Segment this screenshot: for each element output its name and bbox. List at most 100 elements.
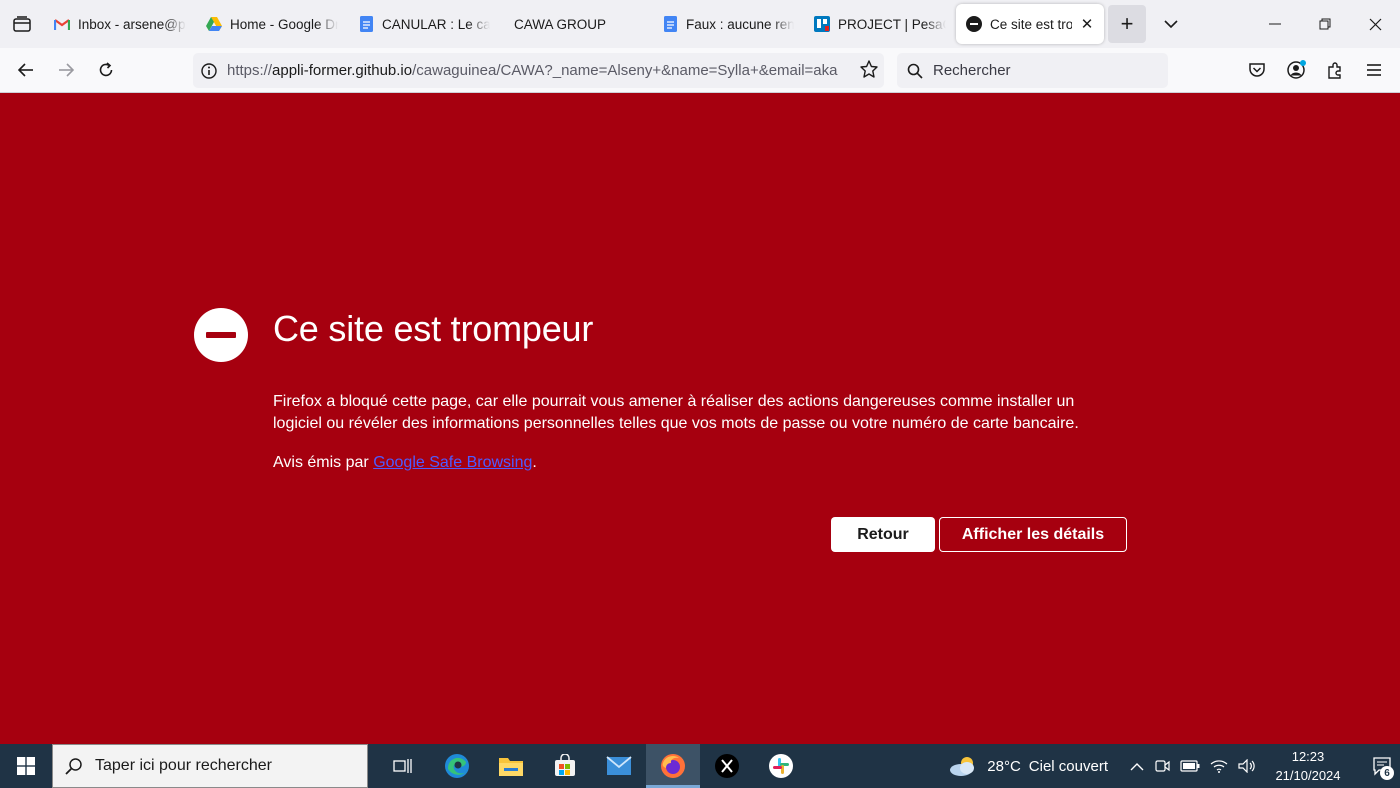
pocket-button[interactable] xyxy=(1239,52,1275,88)
weather-temperature: 28°C xyxy=(987,757,1021,775)
tray-icons xyxy=(1130,758,1256,774)
tab-title: Inbox - arsene@pesacheck xyxy=(78,16,186,32)
taskbar-search-box[interactable]: Taper ici pour rechercher xyxy=(52,744,368,788)
blocked-icon xyxy=(966,16,982,32)
system-tray: 28°C Ciel couvert 12:23 21/10/2024 6 xyxy=(949,744,1400,788)
tab-deceptive-site[interactable]: Ce site est trompeur ✕ xyxy=(956,4,1104,44)
file-explorer-icon xyxy=(499,758,523,776)
search-icon xyxy=(907,63,923,79)
firefox-view-button[interactable] xyxy=(0,0,44,48)
weather-description: Ciel couvert xyxy=(1028,757,1108,775)
gmail-icon xyxy=(54,16,70,32)
search-input[interactable] xyxy=(933,62,1153,79)
chevron-down-icon xyxy=(1164,19,1178,28)
notification-center-button[interactable]: 6 xyxy=(1364,744,1400,788)
bookmark-star-icon[interactable] xyxy=(860,60,878,83)
close-window-button[interactable] xyxy=(1350,0,1400,48)
url-host: appli-former.github.io xyxy=(272,62,413,79)
battery-icon[interactable] xyxy=(1180,760,1200,772)
start-button[interactable] xyxy=(0,744,52,788)
x-app[interactable] xyxy=(700,744,754,788)
edge-app[interactable] xyxy=(430,744,484,788)
blocked-site-icon xyxy=(194,308,248,362)
taskbar-search-placeholder: Taper ici pour rechercher xyxy=(95,757,272,774)
slack-app[interactable] xyxy=(754,744,808,788)
advisory-text: Avis émis par Google Safe Browsing. xyxy=(273,452,537,474)
restore-button[interactable] xyxy=(1300,0,1350,48)
tab-google-drive[interactable]: Home - Google Drive xyxy=(196,4,348,44)
pocket-icon xyxy=(1249,63,1265,77)
mail-app[interactable] xyxy=(592,744,646,788)
new-tab-button[interactable]: + xyxy=(1108,5,1146,43)
tab-cawa-group[interactable]: CAWA GROUP xyxy=(500,4,652,44)
trello-icon xyxy=(814,16,830,32)
task-view-icon xyxy=(393,759,412,773)
weather-widget[interactable]: 28°C Ciel couvert xyxy=(949,755,1108,777)
cloudy-weather-icon xyxy=(950,757,975,776)
forward-button[interactable] xyxy=(46,50,86,90)
advisory-prefix: Avis émis par xyxy=(273,454,374,471)
info-icon[interactable] xyxy=(201,62,217,79)
file-explorer-app[interactable] xyxy=(484,744,538,788)
microsoft-store-icon xyxy=(555,754,575,776)
tab-gmail-inbox[interactable]: Inbox - arsene@pesacheck xyxy=(44,4,196,44)
minimize-button[interactable] xyxy=(1250,0,1300,48)
reload-icon xyxy=(99,62,113,77)
volume-icon[interactable] xyxy=(1238,759,1256,773)
windows-taskbar: Taper ici pour rechercher 28°C Ciel couv… xyxy=(0,744,1400,788)
search-icon xyxy=(65,758,82,775)
clock-date: 21/10/2024 xyxy=(1275,768,1341,783)
back-to-safety-button[interactable]: Retour xyxy=(831,517,935,552)
account-button[interactable] xyxy=(1278,52,1314,88)
tab-canular-doc[interactable]: CANULAR : Le cabinet xyxy=(348,4,500,44)
system-clock[interactable]: 12:23 21/10/2024 xyxy=(1268,747,1348,785)
meet-now-icon[interactable] xyxy=(1154,758,1170,774)
tab-title: Home - Google Drive xyxy=(230,16,338,32)
task-view-button[interactable] xyxy=(376,744,430,788)
google-docs-icon xyxy=(662,16,678,32)
arrow-left-icon xyxy=(18,63,33,77)
url-text[interactable]: https://appli-former.github.io/cawaguine… xyxy=(227,62,847,79)
chevron-up-icon[interactable] xyxy=(1130,762,1144,771)
minimize-icon xyxy=(1269,23,1281,25)
url-prefix: https:// xyxy=(227,62,273,79)
taskbar-apps xyxy=(376,744,808,788)
x-icon xyxy=(715,754,739,778)
close-icon xyxy=(1369,18,1381,30)
search-bar[interactable] xyxy=(897,53,1168,88)
slack-icon xyxy=(769,754,793,778)
tab-title: CANULAR : Le cabinet xyxy=(382,16,490,32)
tab-project-pesacheck[interactable]: PROJECT | PesaCheck xyxy=(804,4,956,44)
extensions-button[interactable] xyxy=(1317,52,1353,88)
tab-strip: Inbox - arsene@pesacheck Home - Google D… xyxy=(0,0,1400,48)
tab-title: Faux : aucune rencontre xyxy=(686,16,794,32)
navigation-toolbar: https://appli-former.github.io/cawaguine… xyxy=(0,48,1400,93)
wifi-icon[interactable] xyxy=(1210,759,1228,773)
mail-icon xyxy=(606,756,632,775)
google-safe-browsing-link[interactable]: Google Safe Browsing xyxy=(373,454,532,471)
microsoft-store-app[interactable] xyxy=(538,744,592,788)
close-tab-icon[interactable]: ✕ xyxy=(1080,15,1094,33)
edge-icon xyxy=(445,754,469,778)
tab-faux-doc[interactable]: Faux : aucune rencontre xyxy=(652,4,804,44)
sync-indicator xyxy=(1300,60,1306,66)
tab-title: Ce site est trompeur xyxy=(990,16,1072,32)
firefox-app[interactable] xyxy=(646,744,700,788)
hamburger-menu-icon xyxy=(1367,64,1381,76)
menu-button[interactable] xyxy=(1356,52,1392,88)
restore-icon xyxy=(1319,18,1331,30)
error-description: Firefox a bloqué cette page, car elle po… xyxy=(273,393,1079,432)
url-bar[interactable]: https://appli-former.github.io/cawaguine… xyxy=(193,53,884,88)
tab-list: Inbox - arsene@pesacheck Home - Google D… xyxy=(44,0,1104,48)
show-details-button[interactable]: Afficher les détails xyxy=(939,517,1127,552)
google-drive-icon xyxy=(206,16,222,32)
tab-title: CAWA GROUP xyxy=(514,16,607,32)
firefox-view-icon xyxy=(13,16,31,32)
back-button[interactable] xyxy=(6,50,46,90)
toolbar-actions xyxy=(1239,52,1392,88)
reload-button[interactable] xyxy=(86,50,126,90)
google-docs-icon xyxy=(358,16,374,32)
list-all-tabs-button[interactable] xyxy=(1152,5,1190,43)
url-path: /cawaguinea/CAWA?_name=Alseny+&name=Syll… xyxy=(412,62,838,79)
arrow-right-icon xyxy=(59,63,74,77)
